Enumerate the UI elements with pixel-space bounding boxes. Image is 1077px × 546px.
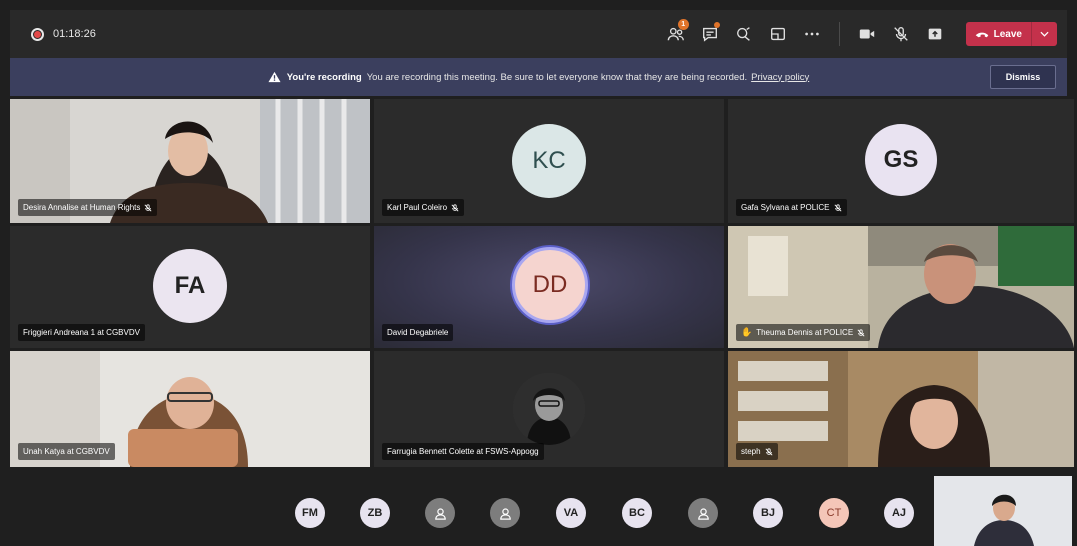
participant-tile[interactable]: Farrugia Bennett Colette at FSWS-Appogg (374, 351, 724, 467)
recording-banner: You're recording You are recording this … (10, 58, 1067, 96)
roster-avatar[interactable]: CT (819, 498, 849, 528)
participant-name: Unah Katya at CGBVDV (23, 447, 110, 456)
chevron-down-icon (1040, 31, 1049, 37)
rooms-button[interactable] (761, 10, 795, 58)
participant-tile[interactable]: steph (728, 351, 1074, 467)
participants-badge: 1 (677, 19, 689, 30)
warning-icon (268, 71, 281, 83)
participant-tile[interactable]: Unah Katya at CGBVDV (10, 351, 370, 467)
roster-avatar[interactable]: VA (556, 498, 586, 528)
self-video (934, 476, 1072, 546)
roster-avatar[interactable] (688, 498, 718, 528)
participant-nameplate: Unah Katya at CGBVDV (18, 443, 115, 460)
participant-name: Farrugia Bennett Colette at FSWS-Appogg (387, 447, 539, 456)
roster-avatar[interactable]: BC (622, 498, 652, 528)
share-button[interactable] (918, 10, 952, 58)
leave-label: Leave (993, 28, 1022, 40)
participant-nameplate: Gafa Sylvana at POLICE (736, 199, 847, 216)
microphone-muted-icon (144, 203, 152, 211)
dismiss-button[interactable]: Dismiss (990, 65, 1056, 89)
leave-options-button[interactable] (1031, 22, 1057, 46)
camera-icon (859, 29, 874, 39)
share-icon (928, 28, 941, 40)
participant-tile[interactable]: KC Karl Paul Coleiro (374, 99, 724, 223)
rooms-icon (770, 27, 785, 41)
chat-button[interactable] (693, 10, 727, 58)
roster-avatar[interactable]: AJ (884, 498, 914, 528)
participant-tile[interactable]: ✋ Theuma Dennis at POLICE (728, 226, 1074, 348)
recording-indicator-icon (31, 27, 44, 41)
roster-avatar[interactable]: BJ (753, 498, 783, 528)
hang-up-icon (975, 32, 988, 37)
roster-avatar[interactable] (425, 498, 455, 528)
participant-nameplate: Desira Annalise at Human Rights (18, 199, 158, 216)
participant-nameplate: Friggieri Andreana 1 at CGBVDV (18, 324, 145, 341)
microphone-muted-icon (857, 328, 865, 336)
microphone-button[interactable] (884, 10, 918, 58)
microphone-muted-icon (834, 203, 841, 211)
roster-avatar[interactable] (490, 498, 520, 528)
participant-video (728, 351, 1074, 467)
participant-tile[interactable]: GS Gafa Sylvana at POLICE (728, 99, 1074, 223)
microphone-muted-icon (893, 27, 908, 42)
participant-avatar: DD (512, 247, 588, 323)
participant-avatar: GS (865, 124, 937, 196)
raise-hand-icon (736, 27, 750, 41)
leave-button-group: Leave (965, 22, 1057, 46)
participant-tile[interactable]: FA Friggieri Andreana 1 at CGBVDV (10, 226, 370, 348)
participant-name: Gafa Sylvana at POLICE (741, 203, 830, 212)
person-icon (434, 507, 446, 520)
participant-name: Karl Paul Coleiro (387, 203, 448, 212)
participant-nameplate: Karl Paul Coleiro (382, 199, 465, 216)
participant-nameplate: steph (736, 443, 778, 460)
participant-nameplate: ✋ Theuma Dennis at POLICE (736, 324, 871, 341)
leave-button[interactable]: Leave (965, 22, 1031, 46)
toolbar-actions: 1 Leave (659, 10, 1057, 58)
participant-avatar: KC (512, 124, 586, 198)
meeting-timer: 01:18:26 (53, 28, 96, 40)
chat-notification-dot (713, 22, 720, 28)
more-icon (804, 32, 819, 36)
profile-photo (513, 373, 585, 445)
meeting-toolbar: 01:18:26 1 Leave (10, 10, 1067, 58)
self-view-video[interactable] (934, 476, 1072, 546)
privacy-policy-link[interactable]: Privacy policy (751, 72, 809, 83)
roster-avatar[interactable]: FM (295, 498, 325, 528)
participants-button[interactable]: 1 (659, 10, 693, 58)
participant-tile[interactable]: Desira Annalise at Human Rights (10, 99, 370, 223)
participant-photo-avatar (513, 373, 585, 445)
participant-avatar: FA (153, 249, 227, 323)
reactions-button[interactable] (727, 10, 761, 58)
participant-name: Theuma Dennis at POLICE (756, 328, 854, 337)
participant-nameplate: Farrugia Bennett Colette at FSWS-Appogg (382, 443, 544, 460)
toolbar-divider (838, 22, 840, 46)
person-icon (697, 507, 709, 520)
participant-name: David Degabriele (387, 328, 449, 337)
more-actions-button[interactable] (795, 10, 829, 58)
banner-title: You're recording (286, 71, 362, 83)
participant-name: steph (741, 447, 761, 456)
video-grid: Desira Annalise at Human Rights KC Karl … (10, 99, 1074, 467)
participant-nameplate: David Degabriele (382, 324, 454, 341)
participant-roster: FM ZB VA BC BJ CT AJ (10, 470, 1072, 546)
participant-tile-active-speaker[interactable]: DD David Degabriele (374, 226, 724, 348)
camera-button[interactable] (850, 10, 884, 58)
participant-name: Desira Annalise at Human Rights (23, 203, 141, 212)
roster-avatar[interactable]: ZB (360, 498, 390, 528)
participant-name: Friggieri Andreana 1 at CGBVDV (23, 328, 140, 337)
microphone-muted-icon (451, 203, 459, 211)
banner-message: You are recording this meeting. Be sure … (366, 71, 748, 83)
raised-hand-icon: ✋ (741, 327, 753, 337)
microphone-muted-icon (765, 447, 773, 455)
person-icon (499, 507, 511, 520)
